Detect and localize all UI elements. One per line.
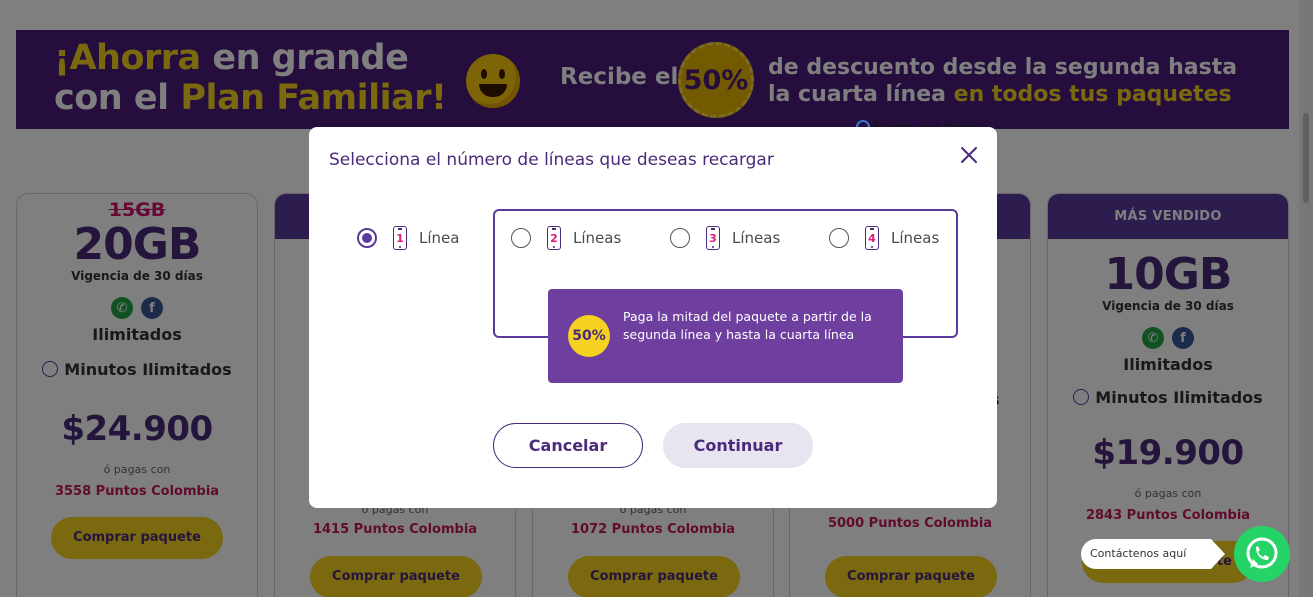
whatsapp-icon bbox=[1246, 537, 1278, 569]
contact-us-label[interactable]: Contáctenos aquí bbox=[1081, 539, 1225, 569]
radio-4-lines[interactable] bbox=[829, 228, 849, 248]
cancel-button[interactable]: Cancelar bbox=[493, 423, 643, 468]
discount-badge: 50% bbox=[568, 315, 610, 357]
close-button[interactable] bbox=[959, 145, 979, 165]
close-icon bbox=[961, 147, 977, 163]
phone-icon: 1 bbox=[393, 226, 407, 250]
tooltip-text: Paga la mitad del paquete a partir de la… bbox=[623, 309, 872, 342]
radio-3-lines[interactable] bbox=[670, 228, 690, 248]
phone-icon: 2 bbox=[547, 226, 561, 250]
option-1-line[interactable]: 1 Línea bbox=[357, 226, 459, 250]
continue-button[interactable]: Continuar bbox=[663, 423, 813, 468]
option-label: Líneas bbox=[732, 229, 781, 247]
lines-modal: Selecciona el número de líneas que desea… bbox=[309, 127, 997, 508]
phone-icon: 3 bbox=[706, 226, 720, 250]
option-2-lines[interactable]: 2 Líneas bbox=[511, 226, 621, 250]
phone-icon: 4 bbox=[865, 226, 879, 250]
whatsapp-float-button[interactable] bbox=[1234, 526, 1290, 582]
option-3-lines[interactable]: 3 Líneas bbox=[670, 226, 780, 250]
radio-2-lines[interactable] bbox=[511, 228, 531, 248]
option-label: Línea bbox=[419, 229, 460, 247]
modal-title: Selecciona el número de líneas que desea… bbox=[329, 150, 774, 170]
option-label: Líneas bbox=[891, 229, 940, 247]
discount-tooltip: 50% Paga la mitad del paquete a partir d… bbox=[548, 289, 903, 383]
option-label: Líneas bbox=[573, 229, 622, 247]
radio-1-line[interactable] bbox=[357, 228, 377, 248]
option-4-lines[interactable]: 4 Líneas bbox=[829, 226, 939, 250]
